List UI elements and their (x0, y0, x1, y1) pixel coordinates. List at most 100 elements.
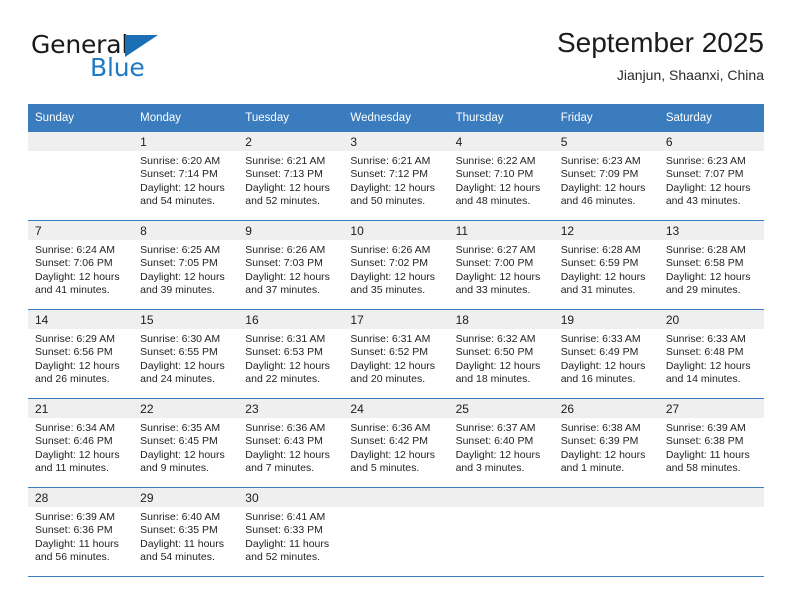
day-sun-info: Sunrise: 6:22 AM Sunset: 7:10 PM Daylight:… (449, 151, 554, 209)
calendar-day-cell[interactable]: 15 Sunrise: 6:30 AM Sunset: 6:55 PM Dayligh… (133, 309, 239, 399)
calendar-day-cell[interactable]: 21 Sunrise: 6:34 AM Sunset: 6:46 PM Dayligh… (28, 398, 134, 488)
day-sun-info: Sunrise: 6:36 AM Sunset: 6:43 PM Daylight:… (238, 418, 343, 476)
calendar-day-cell[interactable]: 10 Sunrise: 6:26 AM Sunset: 7:02 PM Dayligh… (343, 220, 449, 310)
day-cell-content: 15 Sunrise: 6:30 AM Sunset: 6:55 PM Dayligh… (133, 310, 239, 398)
sunrise-time: Sunrise: 6:38 AM (560, 422, 641, 434)
calendar-day-cell[interactable]: 25 Sunrise: 6:37 AM Sunset: 6:40 PM Dayligh… (448, 398, 554, 488)
sunrise-time: Sunrise: 6:34 AM (35, 422, 115, 434)
calendar-day-cell[interactable] (28, 131, 134, 221)
calendar-day-cell[interactable]: 7 Sunrise: 6:24 AM Sunset: 7:06 PM Daylight… (28, 220, 134, 310)
daylight-duration-line1: Daylight: 12 hours (245, 359, 330, 372)
daylight-duration-line1: Daylight: 12 hours (455, 359, 541, 372)
calendar-day-cell[interactable]: 11 Sunrise: 6:27 AM Sunset: 7:00 PM Dayligh… (448, 220, 554, 310)
calendar-bottom-border (28, 576, 764, 577)
daylight-duration-line1: Daylight: 11 hours (140, 537, 224, 550)
calendar-day-cell[interactable]: 27 Sunrise: 6:39 AM Sunset: 6:38 PM Dayligh… (658, 398, 764, 488)
sunrise-time: Sunrise: 6:39 AM (35, 511, 115, 523)
daylight-duration-line2: and 9 minutes. (140, 462, 210, 475)
weekday-header-monday: Monday (133, 104, 239, 132)
general-blue-logo[interactable]: General Blue (28, 26, 258, 88)
calendar-day-cell[interactable]: 2 Sunrise: 6:21 AM Sunset: 7:13 PM Daylight… (238, 131, 344, 221)
calendar-day-cell[interactable]: 23 Sunrise: 6:36 AM Sunset: 6:43 PM Dayligh… (238, 398, 344, 488)
day-sun-info: Sunrise: 6:40 AM Sunset: 6:35 PM Daylight:… (133, 507, 238, 565)
sunset-time: Sunset: 7:05 PM (140, 257, 218, 270)
daylight-duration-line1: Daylight: 12 hours (560, 181, 646, 194)
day-cell-content: 4 Sunrise: 6:22 AM Sunset: 7:10 PM Daylight… (448, 132, 554, 220)
calendar-day-cell[interactable]: 5 Sunrise: 6:23 AM Sunset: 7:09 PM Daylight… (553, 131, 659, 221)
calendar-day-cell[interactable]: 3 Sunrise: 6:21 AM Sunset: 7:12 PM Daylight… (343, 131, 449, 221)
calendar-day-cell[interactable]: 30 Sunrise: 6:41 AM Sunset: 6:33 PM Dayligh… (238, 487, 344, 576)
daylight-duration-line2: and 39 minutes. (140, 284, 215, 297)
daylight-duration-line2: and 48 minutes. (455, 195, 531, 208)
daylight-duration-line2: and 52 minutes. (245, 195, 320, 208)
sunrise-time: Sunrise: 6:26 AM (350, 244, 431, 256)
calendar-day-cell[interactable]: 29 Sunrise: 6:40 AM Sunset: 6:35 PM Dayligh… (133, 487, 239, 576)
day-sun-info: Sunrise: 6:26 AM Sunset: 7:03 PM Daylight:… (238, 240, 343, 298)
daylight-duration-line2: and 54 minutes. (140, 195, 215, 208)
sunrise-time: Sunrise: 6:29 AM (35, 333, 115, 345)
calendar-day-cell[interactable] (343, 487, 449, 576)
day-cell-content (343, 488, 449, 576)
daylight-duration-line1: Daylight: 12 hours (665, 181, 751, 194)
calendar-day-cell[interactable]: 13 Sunrise: 6:28 AM Sunset: 6:58 PM Dayligh… (658, 220, 764, 310)
day-number: 9 (238, 221, 344, 240)
day-sun-info: Sunrise: 6:28 AM Sunset: 6:59 PM Daylight:… (554, 240, 659, 298)
calendar-day-cell[interactable]: 1 Sunrise: 6:20 AM Sunset: 7:14 PM Daylight… (133, 131, 239, 221)
day-number: 28 (28, 488, 134, 507)
day-number: 21 (28, 399, 134, 418)
calendar-day-cell[interactable] (553, 487, 659, 576)
sunrise-time: Sunrise: 6:36 AM (350, 422, 431, 434)
day-cell-content: 24 Sunrise: 6:36 AM Sunset: 6:42 PM Dayligh… (343, 399, 449, 487)
daylight-duration-line2: and 52 minutes. (245, 551, 320, 564)
daylight-duration-line2: and 7 minutes. (245, 462, 315, 475)
calendar-day-cell[interactable]: 8 Sunrise: 6:25 AM Sunset: 7:05 PM Daylight… (133, 220, 239, 310)
sunset-time: Sunset: 7:03 PM (245, 257, 323, 270)
sunset-time: Sunset: 6:50 PM (455, 346, 534, 359)
sunset-time: Sunset: 7:07 PM (665, 168, 744, 181)
sunrise-sunset-calendar-table: Sunday Monday Tuesday Wednesday Thursday… (28, 104, 764, 576)
day-number: 20 (658, 310, 764, 329)
sunset-time: Sunset: 6:43 PM (245, 435, 323, 448)
calendar-day-cell[interactable]: 4 Sunrise: 6:22 AM Sunset: 7:10 PM Daylight… (448, 131, 554, 221)
calendar-day-cell[interactable]: 14 Sunrise: 6:29 AM Sunset: 6:56 PM Dayligh… (28, 309, 134, 399)
sunrise-time: Sunrise: 6:37 AM (455, 422, 536, 434)
calendar-day-cell[interactable]: 9 Sunrise: 6:26 AM Sunset: 7:03 PM Daylight… (238, 220, 344, 310)
day-sun-info: Sunrise: 6:23 AM Sunset: 7:07 PM Daylight:… (659, 151, 764, 209)
weekday-header-saturday: Saturday (658, 104, 764, 132)
daylight-duration-line2: and 22 minutes. (245, 373, 320, 386)
sunrise-time: Sunrise: 6:28 AM (665, 244, 746, 256)
calendar-day-cell[interactable]: 19 Sunrise: 6:33 AM Sunset: 6:49 PM Dayligh… (553, 309, 659, 399)
calendar-day-cell[interactable]: 17 Sunrise: 6:31 AM Sunset: 6:52 PM Dayligh… (343, 309, 449, 399)
calendar-day-cell[interactable]: 26 Sunrise: 6:38 AM Sunset: 6:39 PM Dayligh… (553, 398, 659, 488)
calendar-day-cell[interactable]: 28 Sunrise: 6:39 AM Sunset: 6:36 PM Dayligh… (28, 487, 134, 576)
calendar-day-cell[interactable]: 12 Sunrise: 6:28 AM Sunset: 6:59 PM Dayligh… (553, 220, 659, 310)
daylight-duration-line2: and 1 minute. (560, 462, 625, 475)
day-cell-content: 12 Sunrise: 6:28 AM Sunset: 6:59 PM Dayligh… (553, 221, 659, 309)
day-sun-info: Sunrise: 6:26 AM Sunset: 7:02 PM Daylight:… (343, 240, 448, 298)
day-sun-info: Sunrise: 6:24 AM Sunset: 7:06 PM Daylight:… (28, 240, 133, 298)
calendar-day-cell[interactable]: 24 Sunrise: 6:36 AM Sunset: 6:42 PM Dayligh… (343, 398, 449, 488)
sunrise-time: Sunrise: 6:32 AM (455, 333, 536, 345)
daylight-duration-line1: Daylight: 11 hours (35, 537, 119, 550)
sunset-time: Sunset: 7:13 PM (245, 168, 323, 181)
calendar-day-cell[interactable]: 6 Sunrise: 6:23 AM Sunset: 7:07 PM Daylight… (658, 131, 764, 221)
daylight-duration-line1: Daylight: 12 hours (140, 181, 225, 194)
day-number: 17 (343, 310, 449, 329)
sunset-time: Sunset: 6:39 PM (560, 435, 639, 448)
calendar-day-cell[interactable]: 20 Sunrise: 6:33 AM Sunset: 6:48 PM Dayligh… (658, 309, 764, 399)
calendar-day-cell[interactable] (658, 487, 764, 576)
weekday-header-wednesday: Wednesday (343, 104, 449, 132)
day-sun-info: Sunrise: 6:32 AM Sunset: 6:50 PM Daylight:… (449, 329, 554, 387)
calendar-day-cell[interactable]: 18 Sunrise: 6:32 AM Sunset: 6:50 PM Dayligh… (448, 309, 554, 399)
calendar-day-cell[interactable]: 16 Sunrise: 6:31 AM Sunset: 6:53 PM Dayligh… (238, 309, 344, 399)
calendar-day-cell[interactable] (448, 487, 554, 576)
sunset-time: Sunset: 6:53 PM (245, 346, 323, 359)
day-cell-content: 21 Sunrise: 6:34 AM Sunset: 6:46 PM Dayligh… (28, 399, 134, 487)
sunrise-time: Sunrise: 6:41 AM (245, 511, 326, 523)
sunrise-time: Sunrise: 6:21 AM (350, 155, 431, 167)
calendar-page: General Blue September 2025 Jianjun, Sha… (0, 0, 792, 612)
day-number: 25 (448, 399, 554, 418)
daylight-duration-line2: and 43 minutes. (665, 195, 741, 208)
sunset-time: Sunset: 6:38 PM (665, 435, 744, 448)
calendar-day-cell[interactable]: 22 Sunrise: 6:35 AM Sunset: 6:45 PM Dayligh… (133, 398, 239, 488)
